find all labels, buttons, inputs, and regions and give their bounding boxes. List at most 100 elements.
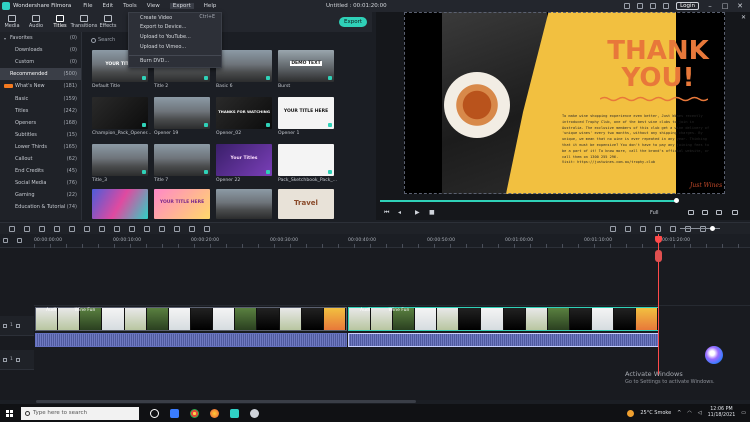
tab-audio[interactable]: Audio: [24, 12, 48, 32]
snapshot-icon[interactable]: [688, 210, 694, 215]
shield-icon[interactable]: [625, 225, 631, 232]
volume-icon[interactable]: [702, 210, 708, 215]
quality-select[interactable]: Full: [650, 210, 659, 216]
download-icon[interactable]: [204, 123, 208, 127]
display-icon[interactable]: [716, 210, 722, 215]
weather-icon[interactable]: [627, 409, 635, 417]
split-screen-icon[interactable]: [174, 225, 180, 232]
sidebar-item-favorites[interactable]: ▾ Favorites (0): [0, 32, 81, 44]
file-explorer-icon[interactable]: [170, 408, 179, 418]
mail-icon[interactable]: [650, 3, 657, 9]
title-thumb-title-3[interactable]: [92, 144, 148, 176]
sidebar-item-gaming[interactable]: Gaming (22): [0, 189, 81, 201]
title-thumb-road[interactable]: [216, 189, 272, 219]
playhead-marker[interactable]: [655, 250, 662, 262]
menu-export[interactable]: Export: [169, 3, 194, 9]
fullscreen-icon[interactable]: [732, 210, 738, 215]
timeline-scrollbar[interactable]: [36, 400, 416, 403]
download-icon[interactable]: [328, 76, 332, 80]
sidebar-item-callout[interactable]: Callout (62): [0, 153, 81, 165]
menu-item-upload-youtube[interactable]: Upload to YouTube...: [129, 32, 221, 42]
title-thumb-your-title-here[interactable]: YOUR TITLE HERE: [154, 189, 210, 219]
speaker-icon[interactable]: ◁: [698, 410, 702, 416]
timer-icon[interactable]: [129, 225, 135, 232]
maximize-button[interactable]: □: [721, 2, 729, 10]
title-thumb-basic-6[interactable]: [216, 50, 272, 82]
title-thumb-champion-pack[interactable]: [92, 97, 148, 129]
download-icon[interactable]: [328, 123, 332, 127]
sidebar-item-basic[interactable]: Basic (159): [0, 92, 81, 104]
sidebar-item-lower-thirds[interactable]: Lower Thirds (165): [0, 141, 81, 153]
title-thumb-opener-1[interactable]: YOUR TITLE HERE: [278, 97, 334, 129]
menu-item-upload-vimeo[interactable]: Upload to Vimeo...: [129, 42, 221, 52]
sidebar-item-end-credits[interactable]: End Credits (45): [0, 165, 81, 177]
filmora-taskbar-icon[interactable]: [230, 408, 239, 418]
title-thumb-title-7[interactable]: [154, 144, 210, 176]
playhead-handle[interactable]: [655, 236, 662, 243]
audio-mixer-icon[interactable]: [159, 225, 165, 232]
download-icon[interactable]: [142, 170, 146, 174]
weather-text[interactable]: 25°C Smoke: [640, 410, 671, 416]
sidebar-item-openers[interactable]: Openers (168): [0, 117, 81, 129]
timeline-ruler[interactable]: 00:00:00:00 00:00:10:00 00:00:20:00 00:0…: [0, 234, 750, 248]
download-icon[interactable]: [266, 123, 270, 127]
download-icon[interactable]: [266, 76, 270, 80]
download-icon[interactable]: [204, 76, 208, 80]
crop-icon[interactable]: [69, 225, 75, 232]
sidebar-item-titles[interactable]: Titles (242): [0, 105, 81, 117]
login-button[interactable]: Login: [676, 2, 699, 10]
close-icon[interactable]: ✕: [741, 14, 746, 21]
rewind-icon[interactable]: ⏮: [384, 210, 390, 216]
redo-icon[interactable]: [24, 225, 30, 232]
speaker-icon[interactable]: [15, 357, 20, 362]
menu-file[interactable]: File: [83, 3, 92, 9]
menu-edit[interactable]: Edit: [103, 3, 114, 9]
mask-icon[interactable]: [204, 225, 210, 232]
title-thumb-sketchbook-pack[interactable]: [278, 144, 334, 176]
chrome-icon[interactable]: [190, 408, 199, 418]
download-icon[interactable]: [328, 170, 332, 174]
menu-item-create-video[interactable]: Create Video Ctrl+E: [129, 13, 221, 23]
step-back-icon[interactable]: ◂: [398, 210, 404, 216]
mic-icon[interactable]: [655, 225, 661, 232]
audio-clip-1[interactable]: [35, 333, 347, 347]
menu-item-burn-dvd[interactable]: Burn DVD...: [129, 55, 221, 65]
color-icon[interactable]: [99, 225, 105, 232]
download-icon[interactable]: [142, 76, 146, 80]
speed-icon[interactable]: [84, 225, 90, 232]
menu-tools[interactable]: Tools: [123, 3, 137, 9]
sidebar-item-recommended[interactable]: Recommended (500): [0, 68, 81, 81]
audio-clip-2[interactable]: [348, 333, 659, 347]
stop-icon[interactable]: ■: [429, 210, 435, 216]
lock-icon[interactable]: [3, 323, 7, 328]
close-button[interactable]: ✕: [736, 2, 744, 10]
download-icon[interactable]: [266, 170, 270, 174]
sidebar-item-social-media[interactable]: Social Media (76): [0, 177, 81, 189]
eye-icon[interactable]: [15, 323, 20, 328]
play-icon[interactable]: ▶: [415, 210, 421, 216]
assistant-orb-icon[interactable]: [705, 346, 723, 364]
tab-transitions[interactable]: Transitions: [71, 12, 97, 32]
sidebar-item-custom[interactable]: Custom (0): [0, 56, 81, 68]
progress-handle[interactable]: [674, 198, 679, 203]
chevron-up-icon[interactable]: ^: [677, 410, 681, 416]
menu-view[interactable]: View: [147, 3, 160, 9]
render-icon[interactable]: [610, 225, 616, 232]
add-track-icon[interactable]: [3, 238, 8, 243]
menu-help[interactable]: Help: [204, 3, 217, 9]
tab-titles[interactable]: Titles: [48, 12, 72, 32]
undo-icon[interactable]: [9, 225, 15, 232]
title-thumb-opener-19[interactable]: [154, 97, 210, 129]
empty-track[interactable]: [34, 248, 750, 306]
title-thumb-geometric[interactable]: [92, 189, 148, 219]
sidebar-item-whats-new[interactable]: What's New (181): [0, 80, 81, 92]
notification-icon[interactable]: ▭: [741, 410, 746, 416]
preview-progress[interactable]: [380, 200, 676, 202]
lightbulb-icon[interactable]: [624, 3, 631, 9]
taskbar-clock[interactable]: 12:06 PM 11/18/2021: [708, 407, 736, 419]
task-view-icon[interactable]: [150, 408, 159, 418]
mixer-icon[interactable]: [670, 225, 676, 232]
link-icon[interactable]: [17, 238, 22, 243]
title-thumb-burst[interactable]: DEMO TEXT: [278, 50, 334, 82]
title-thumb-opener-02[interactable]: THANKS FOR WATCHING: [216, 97, 272, 129]
